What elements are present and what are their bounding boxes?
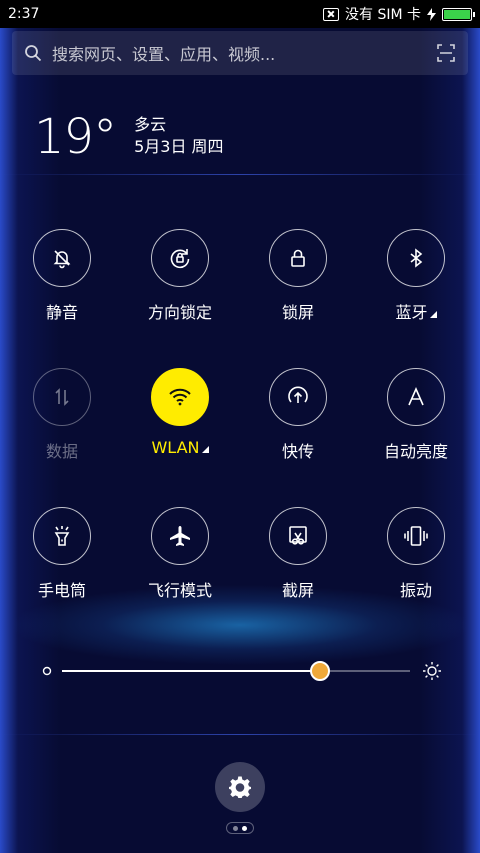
weather-widget[interactable]: 19° 多云 5月3日 周四 <box>34 110 224 164</box>
brightness-thumb[interactable] <box>309 661 330 681</box>
wifi-icon <box>169 388 191 406</box>
toggle-bluetooth-circle[interactable] <box>387 229 445 287</box>
toggle-rotation-lock-circle[interactable] <box>151 229 209 287</box>
toggle-screenshot-circle[interactable] <box>269 507 327 565</box>
lock-icon <box>291 249 305 267</box>
toggle-silent[interactable]: 静音 <box>3 229 121 323</box>
page-dot-active <box>242 825 247 831</box>
status-right: 没有 SIM 卡 <box>323 4 475 24</box>
toggle-airplane-circle[interactable] <box>151 507 209 565</box>
expand-corner-icon <box>429 311 437 318</box>
brightness-slider[interactable] <box>40 658 442 684</box>
toggle-mobile-data-label: 数据 <box>45 442 78 461</box>
top-divider <box>0 174 480 175</box>
toggle-silent-circle[interactable] <box>33 229 91 287</box>
toggle-vibrate[interactable]: 振动 <box>357 507 475 601</box>
mobile-data-icon <box>55 388 69 406</box>
gear-icon <box>229 776 251 798</box>
vibrate-icon <box>404 526 428 546</box>
toggle-auto-brightness-label: 自动亮度 <box>383 442 448 461</box>
toggle-lock-screen[interactable]: 锁屏 <box>239 229 357 323</box>
expand-corner-icon <box>201 446 209 453</box>
page-dot <box>233 825 238 831</box>
toggle-vibrate-circle[interactable] <box>387 507 445 565</box>
bottom-divider <box>0 734 480 735</box>
toggle-silent-label: 静音 <box>45 303 78 322</box>
toggle-airplane[interactable]: 飞行模式 <box>121 507 239 601</box>
toggle-wlan[interactable]: WLAN <box>121 368 239 457</box>
brightness-low-icon <box>42 666 52 676</box>
toggle-flashlight-circle[interactable] <box>33 507 91 565</box>
page-indicator <box>226 822 254 834</box>
toggle-rotation-lock-label: 方向锁定 <box>147 303 212 322</box>
toggle-bluetooth-text: 蓝牙 <box>395 303 428 322</box>
share-upload-icon <box>288 386 308 403</box>
toggle-flashlight[interactable]: 手电筒 <box>3 507 121 601</box>
toggle-bluetooth-label: 蓝牙 <box>357 299 475 323</box>
screenshot-icon <box>289 526 307 545</box>
airplane-icon <box>170 526 190 546</box>
toggle-quick-share[interactable]: 快传 <box>239 368 357 462</box>
toggle-lock-screen-circle[interactable] <box>269 229 327 287</box>
toggle-airplane-label: 飞行模式 <box>147 581 212 600</box>
toggle-auto-brightness[interactable]: 自动亮度 <box>357 368 475 462</box>
battery-icon <box>442 7 475 21</box>
toggle-wlan-label: WLAN <box>121 438 239 457</box>
sim-status-text: 没有 SIM 卡 <box>345 7 421 23</box>
settings-button[interactable] <box>215 762 265 812</box>
toggle-mobile-data-circle[interactable] <box>33 368 91 426</box>
scan-icon[interactable] <box>436 43 456 63</box>
battery-level-fill <box>444 9 470 19</box>
search-input[interactable]: 搜索网页、设置、应用、视频... <box>52 41 426 65</box>
toggle-wlan-text: WLAN <box>151 438 200 457</box>
temperature: 19° <box>34 109 117 165</box>
status-bar: 2:37 没有 SIM 卡 <box>0 0 480 28</box>
toggle-lock-screen-label: 锁屏 <box>281 303 314 322</box>
search-bar[interactable]: 搜索网页、设置、应用、视频... <box>12 31 468 75</box>
weather-info: 多云 5月3日 周四 <box>134 114 223 158</box>
status-time: 2:37 <box>8 6 40 22</box>
brightness-high-icon <box>423 662 441 680</box>
toggle-bluetooth[interactable]: 蓝牙 <box>357 229 475 323</box>
toggle-rotation-lock[interactable]: 方向锁定 <box>121 229 239 323</box>
toggle-quick-share-circle[interactable] <box>269 368 327 426</box>
toggle-flashlight-label: 手电筒 <box>37 581 86 600</box>
auto-brightness-icon <box>408 387 424 406</box>
toggle-mobile-data[interactable]: 数据 <box>3 368 121 462</box>
weather-condition: 多云 <box>134 115 167 134</box>
bluetooth-icon <box>410 248 423 268</box>
rotation-lock-icon <box>170 249 190 269</box>
toggle-vibrate-label: 振动 <box>399 581 432 600</box>
brightness-track[interactable] <box>62 670 410 672</box>
brightness-fill <box>62 670 320 672</box>
toggle-screenshot-label: 截屏 <box>281 581 314 600</box>
toggle-screenshot[interactable]: 截屏 <box>239 507 357 601</box>
charging-icon <box>427 7 436 21</box>
flashlight-icon <box>54 526 70 546</box>
weather-date: 5月3日 周四 <box>134 137 224 156</box>
search-icon <box>25 45 42 62</box>
toggle-wlan-circle[interactable] <box>151 368 209 426</box>
toggle-quick-share-label: 快传 <box>281 442 314 461</box>
bell-off-icon <box>53 250 71 269</box>
no-sim-icon <box>323 7 339 21</box>
toggle-auto-brightness-circle[interactable] <box>387 368 445 426</box>
